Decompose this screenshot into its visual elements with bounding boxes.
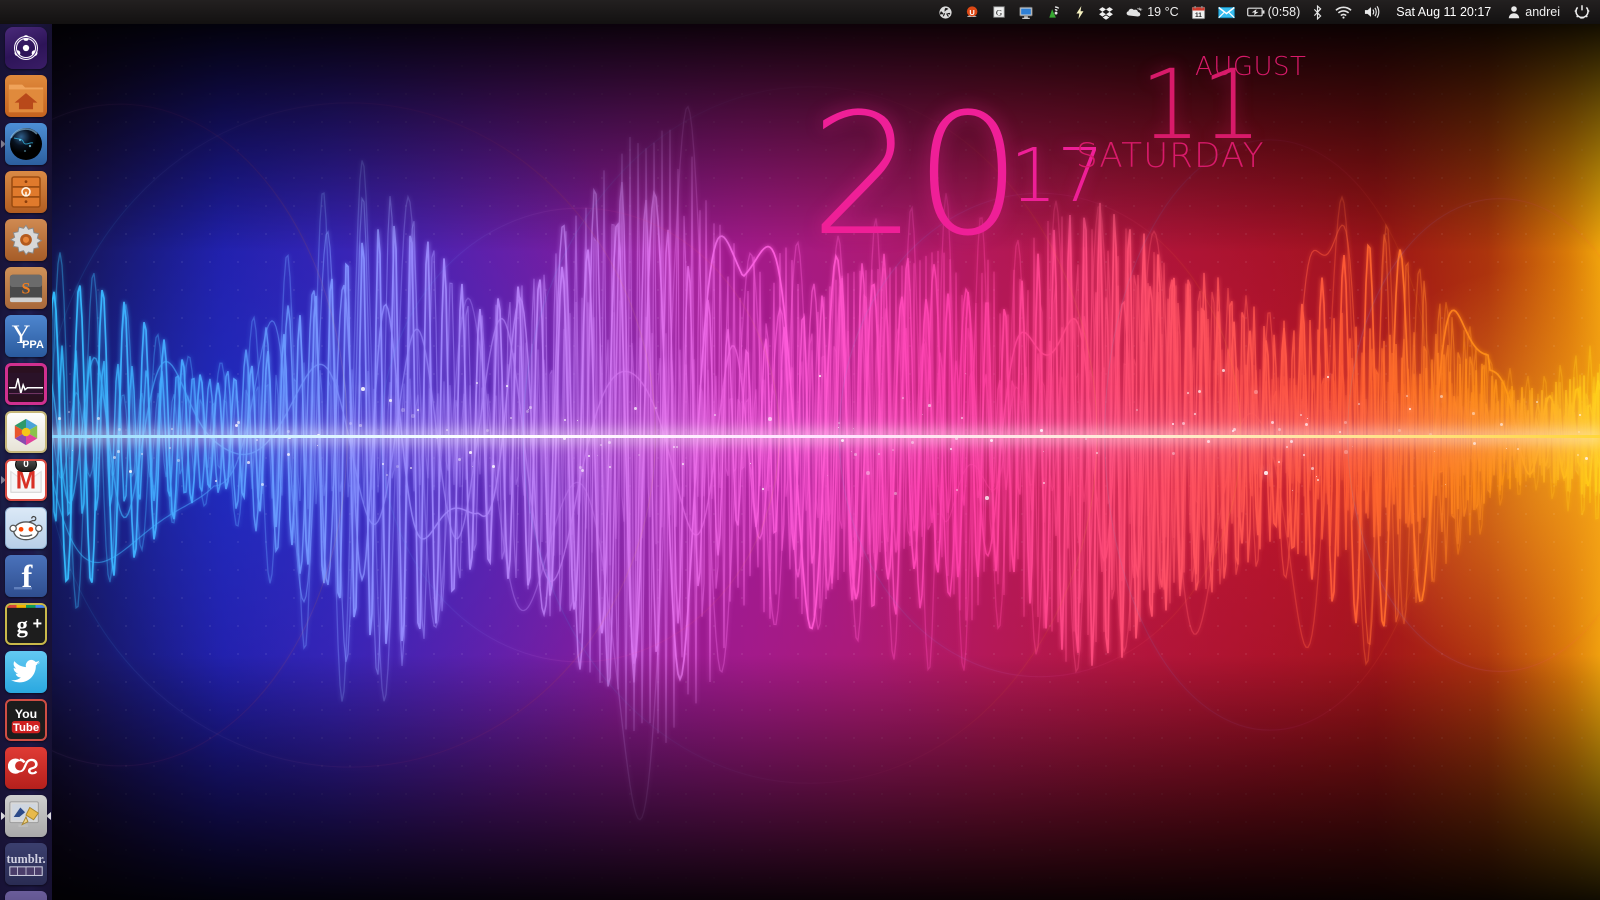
ubuntu-logo-icon [5, 27, 47, 69]
launcher-item-youtube[interactable]: You Tube [0, 696, 52, 744]
launcher-item-system-monitor[interactable] [0, 360, 52, 408]
svg-text:PPA: PPA [22, 339, 44, 351]
bluetooth-icon [1314, 4, 1322, 20]
desktop-wallpaper [0, 24, 1600, 900]
calendar-icon: 11 [1191, 5, 1205, 19]
indicator-area: U G 19 °C 11 (0:58) Sat Aug 11 20:17 and… [932, 0, 1600, 24]
dropbox-indicator[interactable] [1092, 0, 1120, 24]
facebook-f-icon: f [5, 555, 47, 597]
ubuntu-u-icon: U [967, 5, 978, 17]
color-hexagon-icon [5, 411, 47, 453]
launcher-item-disc-app[interactable] [0, 888, 52, 900]
user-avatar-icon [1509, 6, 1520, 19]
g-box-icon: G [993, 6, 1005, 18]
desktop-screen: 20 17 11 AUGUST SATURDAY U G 19 °C 11 (0… [0, 0, 1600, 900]
launcher-item-y-ppa-manager[interactable]: Y PPA [0, 312, 52, 360]
ubuntu-one-indicator[interactable]: U [959, 0, 986, 24]
svg-text:g: g [16, 613, 28, 638]
weather-temp: 19 °C [1147, 5, 1179, 19]
display-indicator[interactable] [1012, 0, 1040, 24]
weather-indicator[interactable]: 19 °C [1120, 0, 1184, 24]
session-menu-indicator[interactable] [1568, 0, 1596, 24]
lastfm-icon [5, 747, 47, 789]
user-name: andrei [1525, 5, 1560, 19]
mail-indicator[interactable] [1212, 0, 1241, 24]
launcher-item-firefox[interactable] [0, 120, 52, 168]
gmail-unread-badge: 0 [15, 461, 37, 472]
svg-text:U: U [970, 7, 975, 16]
globe-icon [5, 123, 47, 165]
launcher-item-dash-home[interactable] [0, 24, 52, 72]
user-menu-indicator[interactable]: andrei [1500, 0, 1568, 24]
display-monitor-icon [1019, 6, 1033, 19]
clock-label: Sat Aug 11 20:17 [1396, 5, 1492, 19]
volume-indicator[interactable] [1358, 0, 1387, 24]
svg-text:tumblr.: tumblr. [6, 852, 45, 866]
g-indicator[interactable]: G [986, 0, 1012, 24]
power-bolt-icon [1076, 5, 1084, 19]
wifi-icon [1335, 6, 1352, 19]
shutter-indicator[interactable] [932, 0, 959, 24]
power-gear-icon [1574, 5, 1590, 19]
twitter-bird-icon [5, 651, 47, 693]
sublime-s-icon: S [5, 267, 47, 309]
bluetooth-indicator[interactable] [1306, 0, 1329, 24]
launcher-item-system-settings[interactable] [0, 216, 52, 264]
youtube-icon: You Tube [5, 699, 47, 741]
reddit-alien-icon [5, 507, 47, 549]
svg-text:+: + [33, 615, 42, 633]
launcher-item-lastfm[interactable] [0, 744, 52, 792]
wifi-indicator[interactable] [1329, 0, 1358, 24]
top-panel: U G 19 °C 11 (0:58) Sat Aug 11 20:17 and… [0, 0, 1600, 24]
network-signal-icon [1049, 5, 1060, 18]
disc-icon [5, 891, 47, 900]
battery-icon [1246, 7, 1265, 17]
tumblr-icon: tumblr. [5, 843, 47, 885]
launcher-item-gmail[interactable]: 0 M [0, 456, 52, 504]
shutter-icon [939, 5, 952, 19]
mail-envelope-icon [1217, 6, 1235, 18]
launcher-item-unity-tweak-tool[interactable] [0, 792, 52, 840]
calendar-day-number: 11 [1195, 12, 1202, 19]
launcher-item-google-plus[interactable]: g + [0, 600, 52, 648]
launcher-item-sublime-text[interactable]: S [0, 264, 52, 312]
volume-speaker-icon [1365, 6, 1380, 18]
battery-time: (0:58) [1267, 5, 1301, 19]
power-indicator[interactable] [1068, 0, 1092, 24]
unity-launcher: S Y PPA 0 M f g + You Tube tumblr. [0, 24, 52, 900]
launcher-item-twitter[interactable] [0, 648, 52, 696]
gmail-m-icon: 0 M [5, 459, 47, 501]
weather-cloud-icon [1126, 7, 1143, 17]
clock-indicator[interactable]: Sat Aug 11 20:17 [1387, 0, 1500, 24]
monitor-brush-icon [5, 795, 47, 837]
svg-text:You: You [15, 707, 37, 721]
calendar-indicator[interactable]: 11 [1185, 0, 1212, 24]
folder-home-icon [5, 75, 47, 117]
software-bag-icon [5, 171, 47, 213]
launcher-item-software-center[interactable] [0, 168, 52, 216]
svg-text:S: S [22, 281, 31, 298]
launcher-item-hexagon-app[interactable] [0, 408, 52, 456]
dropbox-icon [1099, 6, 1114, 20]
google-plus-icon: g + [5, 603, 47, 645]
y-ppa-icon: Y PPA [5, 315, 47, 357]
launcher-item-facebook[interactable]: f [0, 552, 52, 600]
gear-icon [5, 219, 47, 261]
svg-text:Tube: Tube [13, 722, 39, 734]
launcher-item-reddit[interactable] [0, 504, 52, 552]
battery-indicator[interactable]: (0:58) [1241, 0, 1307, 24]
svg-text:G: G [996, 8, 1003, 18]
waveform-monitor-icon [5, 363, 47, 405]
network-indicator[interactable] [1040, 0, 1068, 24]
launcher-item-home-folder[interactable] [0, 72, 52, 120]
launcher-item-tumblr[interactable]: tumblr. [0, 840, 52, 888]
